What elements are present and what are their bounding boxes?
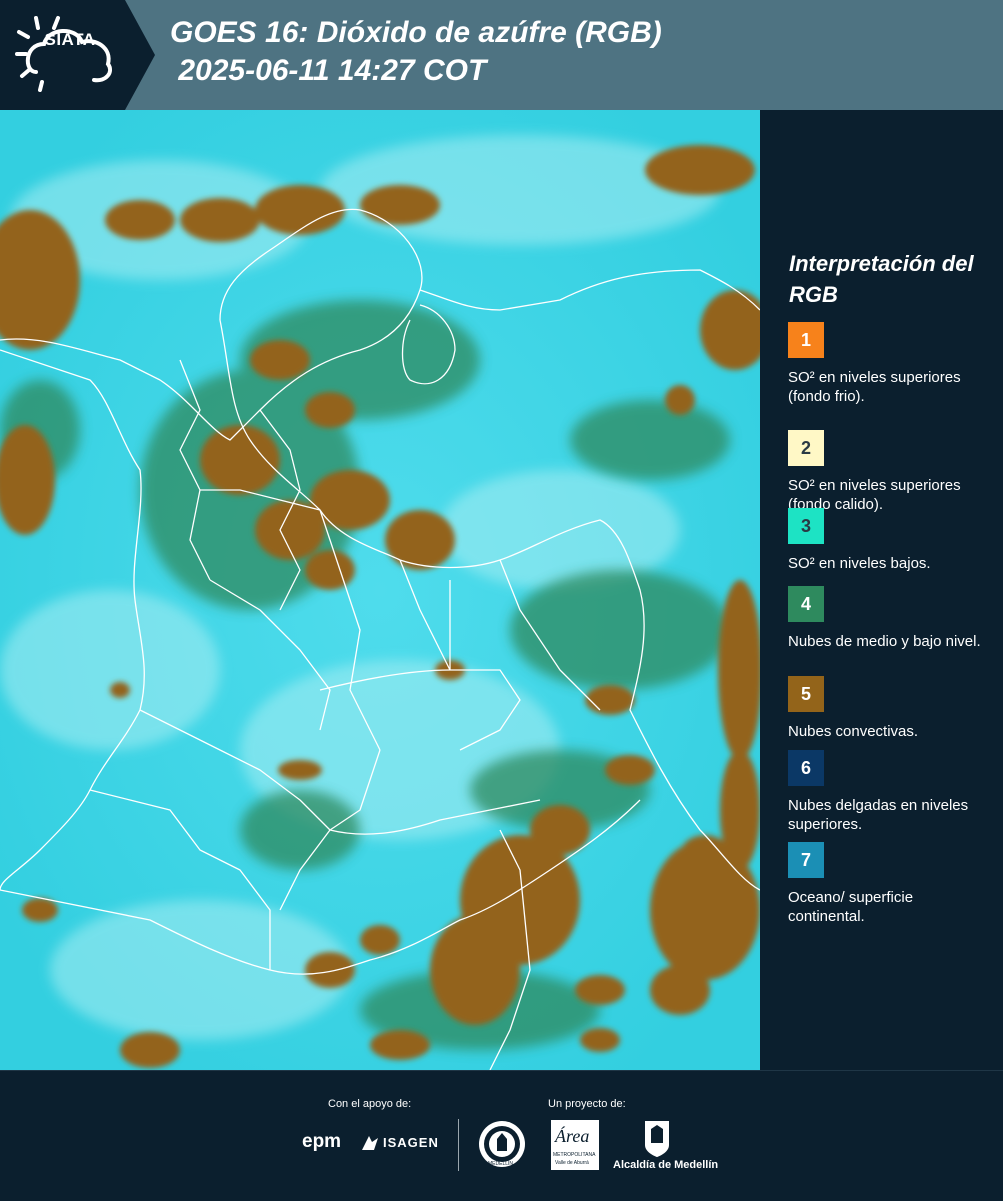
isagen-logo-icon — [362, 1136, 378, 1150]
title-line-1: GOES 16: Dióxido de azúfre (RGB) — [170, 16, 662, 49]
support-label: Con el apoyo de: — [328, 1098, 412, 1110]
area-metropolitana-logo: Área METROPOLITANA Valle de Aburrá — [551, 1120, 599, 1170]
legend-item-2: 2 SO² en niveles superiores (fondo calido… — [788, 430, 988, 514]
legend-item-3: 3 SO² en niveles bajos. — [788, 508, 988, 573]
epm-logo: epm — [302, 1131, 342, 1152]
area-logo-main: Área — [555, 1126, 590, 1146]
legend-item-4: 4 Nubes de medio y bajo nivel. — [788, 586, 988, 651]
legend-swatch-5: 5 — [788, 676, 824, 712]
legend-item-6: 6 Nubes delgadas en niveles superiores. — [788, 750, 988, 834]
satellite-image — [0, 110, 760, 1070]
legend-label-7: Oceano/ superficie continental. — [788, 889, 914, 925]
satellite-map[interactable] — [0, 110, 760, 1070]
title-band-notch — [125, 0, 155, 110]
legend-swatch-1: 1 — [788, 322, 824, 358]
header: SIATA GOES 16: Dióxido de azúfre (RGB) 2… — [0, 0, 1003, 110]
legend-label-4: Nubes de medio y bajo nivel. — [788, 633, 981, 650]
alcaldia-shield-icon — [645, 1121, 669, 1157]
medellin-seal-text: MEDELLÍN — [488, 1161, 514, 1167]
footer: Con el apoyo de: Un proyecto de: epm ISA… — [0, 1070, 1003, 1201]
legend-title: Interpretación del RGB — [789, 251, 974, 307]
siata-logo-icon — [15, 16, 113, 92]
legend-swatch-3: 3 — [788, 508, 824, 544]
alcaldia-label: Alcaldía de Medellín — [613, 1159, 719, 1171]
legend-swatch-2: 2 — [788, 430, 824, 466]
legend-item-5: 5 Nubes convectivas. — [788, 676, 988, 741]
page-title: GOES 16: Dióxido de azúfre (RGB) 2025-06… — [170, 14, 662, 90]
legend-item-1: 1 SO² en niveles superiores (fondo frio). — [788, 322, 988, 406]
legend-label-5: Nubes convectivas. — [788, 723, 919, 740]
footer-separator — [458, 1119, 459, 1171]
title-line-2: 2025-06-11 14:27 COT — [170, 54, 487, 87]
legend-panel: Interpretación del RGB 1 SO² en niveles s… — [760, 110, 1003, 1070]
legend-label-6: Nubes delgadas en niveles superiores. — [788, 797, 969, 833]
logo-text: SIATA — [44, 30, 96, 49]
legend-swatch-4: 4 — [788, 586, 824, 622]
legend-item-7: 7 Oceano/ superficie continental. — [788, 842, 988, 926]
legend-label-3: SO² en niveles bajos. — [788, 555, 931, 572]
area-logo-sub2: Valle de Aburrá — [555, 1160, 589, 1166]
isagen-logo: ISAGEN — [383, 1135, 439, 1150]
area-logo-sub1: METROPOLITANA — [553, 1152, 596, 1158]
legend-label-1: SO² en niveles superiores (fondo frio). — [788, 369, 961, 405]
legend-swatch-7: 7 — [788, 842, 824, 878]
project-label: Un proyecto de: — [548, 1098, 626, 1110]
legend-swatch-6: 6 — [788, 750, 824, 786]
